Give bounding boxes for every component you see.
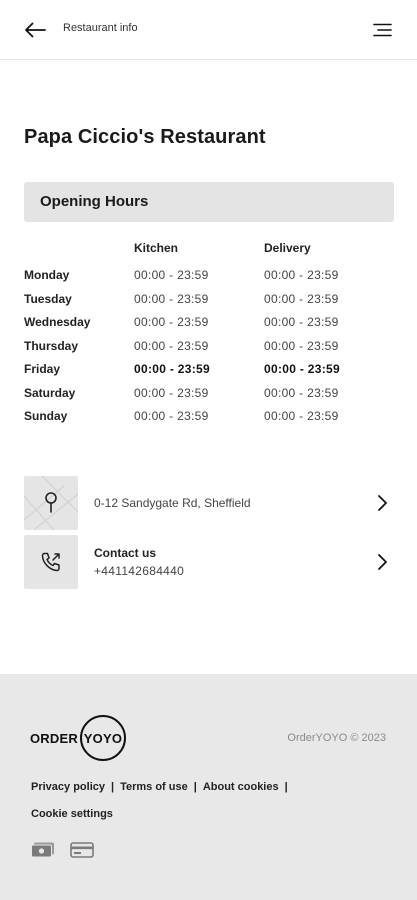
day-label: Saturday <box>24 386 76 400</box>
kitchen-hours: 00:00 - 23:59 <box>134 315 209 329</box>
delivery-hours: 00:00 - 23:59 <box>264 268 339 282</box>
footer-links: Privacy policy | Terms of use | About co… <box>31 781 294 793</box>
delivery-hours: 00:00 - 23:59 <box>264 409 339 423</box>
kitchen-hours: 00:00 - 23:59 <box>134 409 209 423</box>
kitchen-hours: 00:00 - 23:59 <box>134 268 209 282</box>
payment-methods <box>31 842 94 858</box>
kitchen-hours: 00:00 - 23:59 <box>134 362 210 376</box>
day-label: Thursday <box>24 339 79 353</box>
hours-row-tuesday: Tuesday 00:00 - 23:59 00:00 - 23:59 <box>24 292 394 312</box>
copyright-text: OrderYOYO © 2023 <box>287 732 386 744</box>
hours-row-wednesday: Wednesday 00:00 - 23:59 00:00 - 23:59 <box>24 315 394 335</box>
back-button[interactable] <box>18 16 52 44</box>
top-bar: Restaurant info <box>0 0 417 60</box>
footer-links-secondary: Cookie settings <box>31 808 113 820</box>
delivery-hours: 00:00 - 23:59 <box>264 315 339 329</box>
cookie-settings-link[interactable]: Cookie settings <box>31 808 113 820</box>
map-pin-icon <box>24 476 78 530</box>
delivery-hours: 00:00 - 23:59 <box>264 386 339 400</box>
address-row[interactable]: 0-12 Sandygate Rd, Sheffield <box>24 476 394 530</box>
chevron-right-icon <box>378 495 387 511</box>
page-title: Restaurant info <box>63 22 138 34</box>
day-label: Wednesday <box>24 315 91 329</box>
terms-of-use-link[interactable]: Terms of use <box>120 781 188 793</box>
restaurant-name: Papa Ciccio's Restaurant <box>24 126 266 148</box>
kitchen-hours: 00:00 - 23:59 <box>134 339 209 353</box>
kitchen-hours: 00:00 - 23:59 <box>134 292 209 306</box>
delivery-hours: 00:00 - 23:59 <box>264 292 339 306</box>
orderyoyo-logo[interactable]: ORDER YOYO <box>30 712 126 764</box>
kitchen-column-header: Kitchen <box>134 241 179 255</box>
arrow-left-icon <box>25 22 46 38</box>
phone-call-icon <box>41 552 60 572</box>
contact-label: Contact us <box>94 546 157 560</box>
link-separator: | <box>193 781 197 793</box>
logo-yoyo-text: YOYO <box>83 730 123 746</box>
day-label: Sunday <box>24 409 68 423</box>
hamburger-menu-icon <box>373 23 392 37</box>
map-thumbnail <box>24 476 78 530</box>
contact-phone: +441142684440 <box>94 564 185 578</box>
link-separator: | <box>111 781 115 793</box>
delivery-hours: 00:00 - 23:59 <box>264 339 339 353</box>
opening-hours-heading: Opening Hours <box>24 182 394 222</box>
logo-circle: YOYO <box>79 715 126 761</box>
hours-row-friday: Friday 00:00 - 23:59 00:00 - 23:59 <box>24 362 394 382</box>
hours-row-thursday: Thursday 00:00 - 23:59 00:00 - 23:59 <box>24 339 394 359</box>
privacy-policy-link[interactable]: Privacy policy <box>31 781 105 793</box>
link-separator: | <box>284 781 288 793</box>
hours-row-monday: Monday 00:00 - 23:59 00:00 - 23:59 <box>24 268 394 288</box>
credit-card-icon <box>70 842 94 858</box>
hours-row-sunday: Sunday 00:00 - 23:59 00:00 - 23:59 <box>24 409 394 429</box>
day-label: Monday <box>24 268 70 282</box>
contact-thumbnail <box>24 535 78 589</box>
about-cookies-link[interactable]: About cookies <box>203 781 279 793</box>
menu-button[interactable] <box>369 18 395 42</box>
chevron-right-icon <box>378 554 387 570</box>
footer: ORDER YOYO OrderYOYO © 2023 Privacy poli… <box>0 674 417 900</box>
day-label: Friday <box>24 362 61 376</box>
delivery-column-header: Delivery <box>264 241 311 255</box>
kitchen-hours: 00:00 - 23:59 <box>134 386 209 400</box>
contact-row[interactable]: Contact us +441142684440 <box>24 535 394 589</box>
day-label: Tuesday <box>24 292 72 306</box>
hours-row-saturday: Saturday 00:00 - 23:59 00:00 - 23:59 <box>24 386 394 406</box>
address-text: 0-12 Sandygate Rd, Sheffield <box>94 496 251 510</box>
logo-order-text: ORDER <box>30 730 78 746</box>
delivery-hours: 00:00 - 23:59 <box>264 362 340 376</box>
cash-icon <box>31 842 54 858</box>
